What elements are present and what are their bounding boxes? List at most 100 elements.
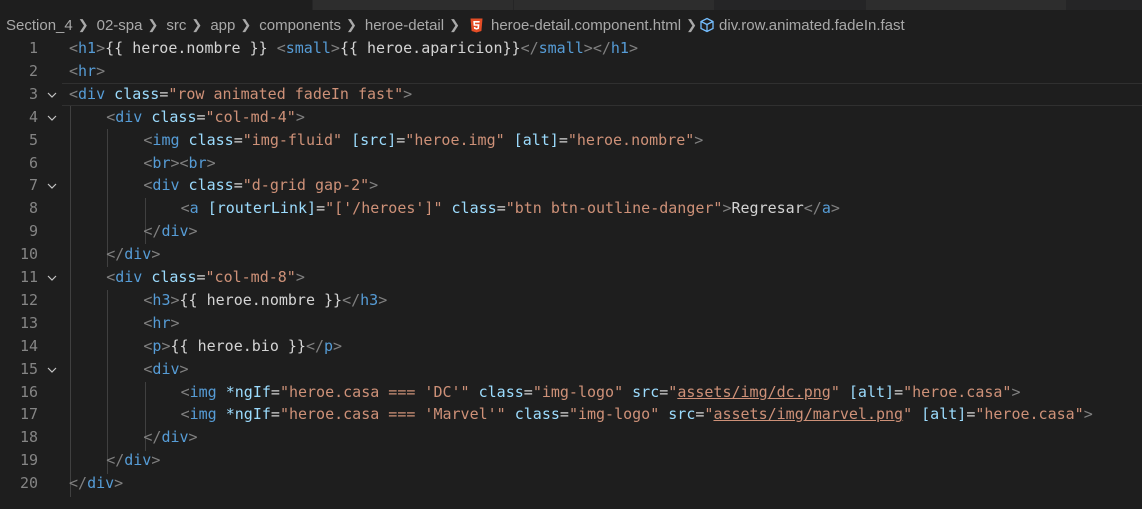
code-line[interactable]: 20 </div> xyxy=(0,472,1142,495)
active-tab[interactable] xyxy=(0,0,312,10)
chevron-right-icon: ❯ xyxy=(240,17,252,32)
code-line[interactable]: 4 <div class="col-md-4"> xyxy=(0,106,1142,129)
code-line[interactable]: 6 <br><br> xyxy=(0,152,1142,175)
code-editor[interactable]: 1 <h1>{{ heroe.nombre }} <small>{{ heroe.… xyxy=(0,37,1142,509)
line-number[interactable]: 2 xyxy=(0,60,38,83)
tab[interactable] xyxy=(313,0,513,10)
line-number[interactable]: 12 xyxy=(0,289,38,312)
fold-chevron-down-icon[interactable] xyxy=(46,112,58,124)
code-line[interactable]: 18 </div> xyxy=(0,426,1142,449)
code-line[interactable]: 14 <p>{{ heroe.bio }}</p> xyxy=(0,335,1142,358)
code-line[interactable]: 3 <div class="row animated fadeIn fast"> xyxy=(0,82,1142,106)
line-number[interactable]: 18 xyxy=(0,426,38,449)
code-token: </ xyxy=(106,245,125,264)
breadcrumb-item-components[interactable]: components xyxy=(253,17,342,34)
code-line[interactable]: 11 <div class="col-md-8"> xyxy=(0,266,1142,289)
line-number[interactable]: 19 xyxy=(0,449,38,472)
code-token: div xyxy=(124,451,152,470)
code-line[interactable]: 8 <a [routerLink]="['/heroes']" class="bt… xyxy=(0,197,1142,220)
code-line[interactable]: 13 <hr> xyxy=(0,312,1142,335)
breadcrumb-item-heroe-detail[interactable]: heroe-detail xyxy=(359,17,445,34)
code-line[interactable]: 17 <img *ngIf="heroe.casa === 'Marvel'" c… xyxy=(0,403,1142,426)
code-token: " xyxy=(668,382,678,401)
code-token: = xyxy=(196,268,206,286)
line-number[interactable]: 14 xyxy=(0,335,38,358)
breadcrumb-item-src[interactable]: src xyxy=(160,17,187,34)
code-token: div xyxy=(161,428,189,447)
line-number[interactable]: 5 xyxy=(0,129,38,152)
code-token: </ xyxy=(342,290,361,309)
tab[interactable] xyxy=(866,0,1066,10)
fold-chevron-down-icon[interactable] xyxy=(46,272,58,284)
code-line[interactable]: 19 </div> xyxy=(0,449,1142,472)
breadcrumb-symbol[interactable]: div.row.animated.fadeIn.fast xyxy=(719,17,906,34)
code-token: > xyxy=(722,199,732,218)
code-token: < xyxy=(69,61,79,80)
code-line[interactable]: 12 <h3>{{ heroe.nombre }}</h3> xyxy=(0,289,1142,312)
code-line[interactable]: 16 <img *ngIf="heroe.casa === 'DC'" class… xyxy=(0,381,1142,404)
code-line[interactable]: 10 </div> xyxy=(0,243,1142,266)
code-line[interactable]: 7 <div class="d-grid gap-2"> xyxy=(0,174,1142,197)
line-number[interactable]: 9 xyxy=(0,220,38,243)
chevron-right-icon: ❯ xyxy=(147,17,159,32)
fold-chevron-down-icon[interactable] xyxy=(46,364,58,376)
code-text: </div> xyxy=(143,220,197,243)
code-token: class xyxy=(151,268,197,286)
code-token: > xyxy=(96,61,106,80)
line-number[interactable]: 8 xyxy=(0,197,38,220)
chevron-right-icon: ❯ xyxy=(77,17,89,32)
line-number[interactable]: 10 xyxy=(0,243,38,266)
chevron-right-icon: ❯ xyxy=(449,17,460,32)
code-token: > xyxy=(170,313,180,332)
code-token: = xyxy=(233,130,243,149)
code-line[interactable]: 2 <hr> xyxy=(0,60,1142,83)
tab[interactable] xyxy=(514,0,714,10)
code-text: <br><br> xyxy=(143,152,215,175)
code-text: </div> xyxy=(106,243,160,266)
code-line[interactable]: 15 <div> xyxy=(0,358,1142,381)
breadcrumb-file[interactable]: heroe-detail.component.html xyxy=(491,17,682,34)
breadcrumb-item-app[interactable]: app xyxy=(204,17,236,34)
line-number[interactable]: 7 xyxy=(0,174,38,197)
line-number[interactable]: 6 xyxy=(0,152,38,175)
line-number[interactable]: 4 xyxy=(0,106,38,129)
code-text: <p>{{ heroe.bio }}</p> xyxy=(143,335,342,358)
line-number[interactable]: 20 xyxy=(0,472,38,495)
breadcrumb-item-section[interactable]: Section_4 xyxy=(0,17,74,34)
code-token: "heroe.casa" xyxy=(975,405,1084,424)
code-token: div xyxy=(87,474,115,493)
line-number[interactable]: 16 xyxy=(0,381,38,404)
line-number[interactable]: 3 xyxy=(0,83,38,106)
line-number[interactable]: 13 xyxy=(0,312,38,335)
code-token: > xyxy=(1011,382,1021,401)
code-line[interactable]: 9 </div> xyxy=(0,220,1142,243)
code-text: </div> xyxy=(143,426,197,449)
fold-chevron-down-icon[interactable] xyxy=(46,89,58,101)
code-token: "heroe.casa === 'Marvel'" xyxy=(279,405,506,424)
line-number[interactable]: 15 xyxy=(0,358,38,381)
line-number[interactable]: 17 xyxy=(0,403,38,426)
code-token: > xyxy=(830,199,840,218)
code-token: [routerLink] xyxy=(207,199,317,218)
fold-chevron-down-icon[interactable] xyxy=(46,180,58,192)
line-number[interactable]: 11 xyxy=(0,266,38,289)
code-text: <img *ngIf="heroe.casa === 'Marvel'" cla… xyxy=(181,403,1093,426)
code-line[interactable]: 5 <img class="img-fluid" [src]="heroe.img… xyxy=(0,129,1142,152)
code-line[interactable]: 1 <h1>{{ heroe.nombre }} <small>{{ heroe.… xyxy=(0,37,1142,60)
code-token: div xyxy=(115,107,143,126)
code-token: *ngIf xyxy=(225,405,271,424)
code-token: class xyxy=(478,382,524,401)
editor-tab-strip xyxy=(0,0,1142,10)
code-token: div xyxy=(152,176,180,195)
chevron-right-icon: ❯ xyxy=(345,17,357,32)
code-token: src xyxy=(668,405,696,424)
line-number[interactable]: 1 xyxy=(0,37,38,60)
breadcrumb-item-project[interactable]: 02-spa xyxy=(91,17,144,34)
code-token: [alt] xyxy=(848,382,895,401)
